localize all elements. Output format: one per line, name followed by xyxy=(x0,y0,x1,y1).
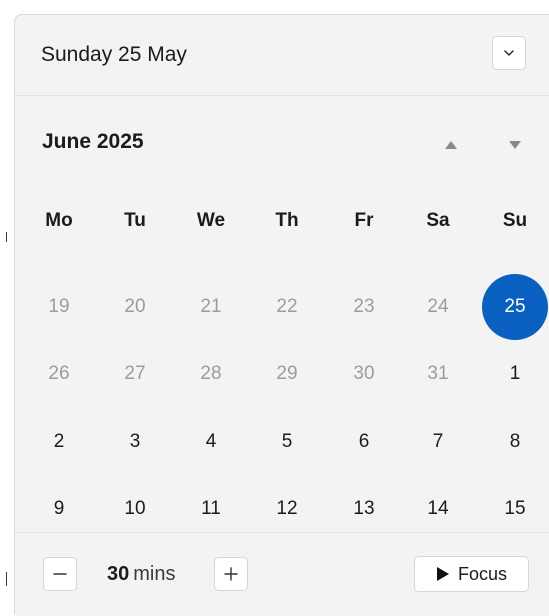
day-number: 23 xyxy=(353,296,375,317)
calendar-day[interactable]: 12 xyxy=(257,489,317,529)
weekday-header: Tu xyxy=(124,210,146,231)
triangle-up-icon xyxy=(445,141,457,149)
day-number: 9 xyxy=(53,498,65,519)
selected-date-label: Sunday 25 May xyxy=(41,43,187,66)
day-number: 28 xyxy=(200,363,222,384)
day-number: 19 xyxy=(48,296,70,317)
calendar-day[interactable]: 5 xyxy=(257,422,317,462)
month-title[interactable]: June 2025 xyxy=(42,130,144,154)
edge-mark xyxy=(6,572,7,586)
calendar-day[interactable]: 4 xyxy=(181,422,241,462)
weekday-header: Sa xyxy=(426,210,450,231)
day-number: 1 xyxy=(509,363,521,384)
weekday-header: Mo xyxy=(45,210,73,231)
calendar-day[interactable]: 29 xyxy=(257,354,317,394)
day-number: 3 xyxy=(129,431,141,452)
day-number: 4 xyxy=(205,431,217,452)
day-number: 7 xyxy=(432,431,444,452)
day-number: 26 xyxy=(48,363,70,384)
calendar-day[interactable]: 30 xyxy=(334,354,394,394)
focus-button[interactable]: Focus xyxy=(414,556,529,592)
calendar-day[interactable]: 10 xyxy=(105,489,165,529)
day-number: 5 xyxy=(281,431,293,452)
plus-icon xyxy=(224,567,238,581)
calendar-day[interactable]: 24 xyxy=(408,287,468,327)
focus-duration: 30 mins xyxy=(107,563,175,586)
calendar-day[interactable]: 7 xyxy=(408,422,468,462)
calendar-day[interactable]: 27 xyxy=(105,354,165,394)
collapse-calendar-button[interactable] xyxy=(492,36,526,70)
day-number: 24 xyxy=(427,296,449,317)
calendar-day[interactable]: 28 xyxy=(181,354,241,394)
day-number: 13 xyxy=(353,498,375,519)
duration-unit: mins xyxy=(133,563,176,585)
weekday-header: Su xyxy=(502,210,528,231)
day-number: 11 xyxy=(201,498,221,519)
weekday-header: Th xyxy=(275,210,299,231)
day-number: 22 xyxy=(276,296,298,317)
day-number: 21 xyxy=(200,296,222,317)
chevron-down-icon xyxy=(504,50,514,56)
weekday-header: We xyxy=(196,210,226,231)
decrease-duration-button[interactable] xyxy=(43,557,77,591)
calendar-day[interactable]: 11 xyxy=(181,489,241,529)
calendar-day[interactable]: 23 xyxy=(334,287,394,327)
calendar-day[interactable]: 1 xyxy=(485,354,545,394)
focus-button-label: Focus xyxy=(457,563,508,584)
day-number: 14 xyxy=(427,498,449,519)
calendar-day[interactable]: 26 xyxy=(29,354,89,394)
calendar-day[interactable]: 3 xyxy=(105,422,165,462)
edge-mark xyxy=(6,232,7,242)
day-number: 27 xyxy=(124,363,146,384)
increase-duration-button[interactable] xyxy=(214,557,248,591)
calendar-day-selected[interactable]: 25 xyxy=(482,274,548,340)
day-number: 15 xyxy=(504,498,526,519)
next-month-button[interactable] xyxy=(505,135,525,155)
weekday-header: Fr xyxy=(354,210,374,231)
calendar-day[interactable]: 6 xyxy=(334,422,394,462)
minus-icon xyxy=(53,573,67,575)
day-number: 10 xyxy=(124,498,146,519)
calendar-day[interactable]: 9 xyxy=(29,489,89,529)
day-number: 30 xyxy=(353,363,375,384)
month-navigation: June 2025 xyxy=(15,95,549,190)
calendar-flyout: Sunday 25 May June 2025 Mo Tu We Th Fr Sa Su 19… xyxy=(14,14,549,616)
calendar-day[interactable]: 2 xyxy=(29,422,89,462)
day-number: 6 xyxy=(358,431,370,452)
calendar-day[interactable]: 14 xyxy=(408,489,468,529)
day-number: 2 xyxy=(53,431,65,452)
date-header: Sunday 25 May xyxy=(15,15,549,96)
triangle-down-icon xyxy=(509,141,521,149)
duration-value: 30 xyxy=(107,563,130,585)
calendar-day[interactable]: 8 xyxy=(485,422,545,462)
focus-footer: 30 mins Focus xyxy=(15,532,549,616)
calendar-day[interactable]: 20 xyxy=(105,287,165,327)
calendar-day[interactable]: 15 xyxy=(485,489,545,529)
day-number: 25 xyxy=(504,296,526,317)
day-number: 29 xyxy=(276,363,298,384)
calendar-day[interactable]: 19 xyxy=(29,287,89,327)
day-number: 8 xyxy=(509,431,521,452)
day-number: 31 xyxy=(427,363,449,384)
day-number: 20 xyxy=(124,296,146,317)
play-icon xyxy=(436,566,450,582)
calendar-day[interactable]: 21 xyxy=(181,287,241,327)
calendar-day[interactable]: 31 xyxy=(408,354,468,394)
calendar-day[interactable]: 22 xyxy=(257,287,317,327)
calendar-day[interactable]: 13 xyxy=(334,489,394,529)
previous-month-button[interactable] xyxy=(441,135,461,155)
day-number: 12 xyxy=(276,498,298,519)
